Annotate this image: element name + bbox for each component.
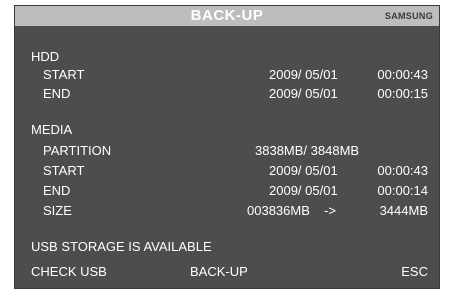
hdd-start-date: 2009/ 05/01 xyxy=(269,67,338,82)
media-partition-value: 3838MB/ 3848MB xyxy=(255,143,360,158)
hdd-start-time: 00:00:43 xyxy=(377,67,428,82)
hdd-end-label: END xyxy=(43,86,71,101)
media-end-time: 00:00:14 xyxy=(377,183,428,198)
media-end-date: 2009/ 05/01 xyxy=(269,183,338,198)
media-end-label: END xyxy=(43,183,71,198)
check-usb-button[interactable]: CHECK USB xyxy=(31,264,107,279)
media-section-label: MEDIA xyxy=(31,122,73,137)
media-size-arrow: -> xyxy=(324,203,336,218)
media-partition-label: PARTITION xyxy=(43,143,112,158)
esc-button[interactable]: ESC xyxy=(401,264,428,279)
media-size-to: 3444MB xyxy=(379,203,428,218)
media-size-label: SIZE xyxy=(43,203,72,218)
hdd-section-label: HDD xyxy=(31,49,60,64)
title-bar: BACK-UP SAMSUNG xyxy=(15,6,439,26)
media-start-time: 00:00:43 xyxy=(377,163,428,178)
backup-panel: BACK-UP SAMSUNG HDD START 2009/ 05/01 00… xyxy=(14,5,440,289)
usb-status-text: USB STORAGE IS AVAILABLE xyxy=(31,239,212,254)
page-title: BACK-UP xyxy=(190,7,264,24)
hdd-end-date: 2009/ 05/01 xyxy=(269,86,338,101)
hdd-end-time: 00:00:15 xyxy=(377,86,428,101)
media-start-date: 2009/ 05/01 xyxy=(269,163,338,178)
media-size-from: 003836MB xyxy=(247,203,310,218)
media-start-label: START xyxy=(43,163,85,178)
brand-logo: SAMSUNG xyxy=(384,11,433,21)
backup-button[interactable]: BACK-UP xyxy=(190,264,248,279)
hdd-start-label: START xyxy=(43,67,85,82)
